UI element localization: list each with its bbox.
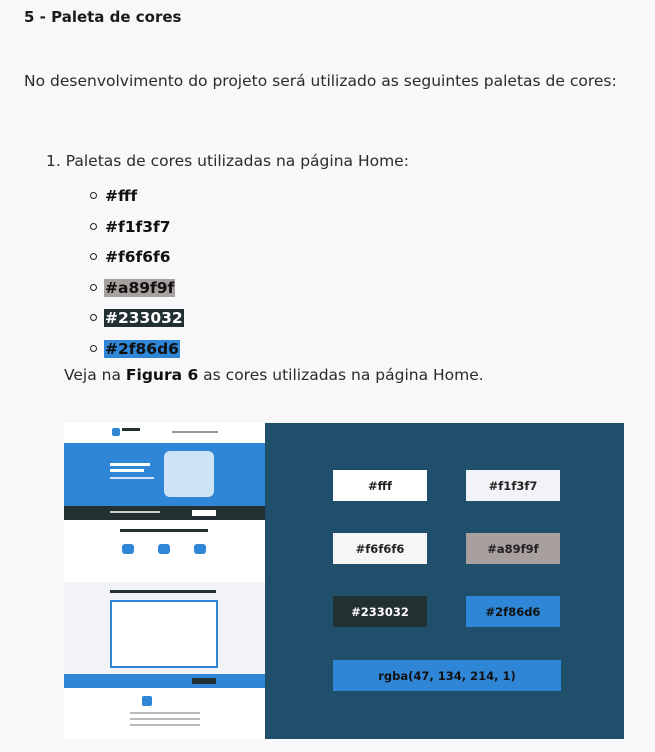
color-code: #233032 <box>104 309 184 328</box>
mockup-pricing-table <box>110 600 218 668</box>
mockup-service-icon <box>194 544 206 554</box>
ordered-list-item: 1. Paletas de cores utilizadas na página… <box>46 152 409 170</box>
home-page-mockup <box>64 423 265 739</box>
color-item: #233032 <box>90 305 184 336</box>
color-code: #fff <box>105 187 138 205</box>
color-item: #f6f6f6 <box>90 244 184 275</box>
bullet-icon <box>90 314 97 322</box>
mockup-hero-line <box>110 477 154 479</box>
mockup-footer-logo-icon <box>142 696 152 706</box>
bullet-icon <box>90 283 97 291</box>
mockup-hero-line <box>110 469 144 472</box>
mockup-logo-icon <box>112 428 120 436</box>
intro-paragraph: No desenvolvimento do projeto será utili… <box>24 72 617 90</box>
swatch: #f1f3f7 <box>466 470 560 501</box>
mockup-services-section <box>64 520 265 582</box>
section-title: 5 - Paleta de cores <box>24 8 182 26</box>
mockup-service-icon <box>158 544 170 554</box>
bullet-icon <box>90 344 97 352</box>
mockup-bar-text <box>110 511 160 513</box>
mockup-service-icon <box>122 544 134 554</box>
server-illustration-icon <box>164 451 214 497</box>
figure-6-image: #fff #f1f3f7 #f6f6f6 #a89f9f #233032 #2f… <box>64 423 624 739</box>
mockup-blue-bar <box>64 674 265 688</box>
mockup-section-title <box>110 590 216 593</box>
swatch: #a89f9f <box>466 533 560 564</box>
mockup-navbar <box>64 423 265 443</box>
swatch: #f6f6f6 <box>333 533 427 564</box>
mockup-bar-button <box>192 678 216 684</box>
color-code: #2f86d6 <box>104 339 180 358</box>
figure-reference-text: Veja na Figura 6 as cores utilizadas na … <box>64 366 484 384</box>
figure-link-label: Figura 6 <box>125 366 199 384</box>
palette-panel: #fff #f1f3f7 #f6f6f6 #a89f9f #233032 #2f… <box>265 423 624 739</box>
mockup-section-title <box>120 529 208 532</box>
mockup-pricing-section <box>64 582 265 674</box>
color-code: #f6f6f6 <box>105 248 171 267</box>
swatch: #fff <box>333 470 427 501</box>
mockup-hero <box>64 443 265 506</box>
mockup-nav-links <box>172 431 218 433</box>
mockup-logo-text <box>122 428 140 431</box>
color-item: #f1f3f7 <box>90 214 184 245</box>
bullet-icon <box>90 222 97 230</box>
mockup-footer-line <box>130 724 200 726</box>
bullet-icon <box>90 192 97 199</box>
color-code: #f1f3f7 <box>105 217 171 236</box>
swatch: #233032 <box>333 596 427 627</box>
mockup-footer-line <box>130 718 200 720</box>
mockup-hero-line <box>110 463 150 466</box>
mockup-bar-button <box>192 510 216 516</box>
color-code: #a89f9f <box>104 278 176 297</box>
color-item: #fff <box>90 183 184 214</box>
mockup-footer <box>64 688 265 739</box>
swatch: #2f86d6 <box>466 596 560 627</box>
color-item: #2f86d6 <box>90 336 184 367</box>
mockup-dark-bar <box>64 506 265 520</box>
color-code-list: #fff #f1f3f7 #f6f6f6 #a89f9f #233032 #2f… <box>90 183 184 367</box>
swatch-rgba: rgba(47, 134, 214, 1) <box>333 660 561 691</box>
bullet-icon <box>90 253 97 261</box>
see-suffix: as cores utilizadas na página Home. <box>198 366 484 384</box>
mockup-footer-line <box>130 712 200 714</box>
see-prefix: Veja na <box>64 366 126 384</box>
color-item: #a89f9f <box>90 275 184 306</box>
